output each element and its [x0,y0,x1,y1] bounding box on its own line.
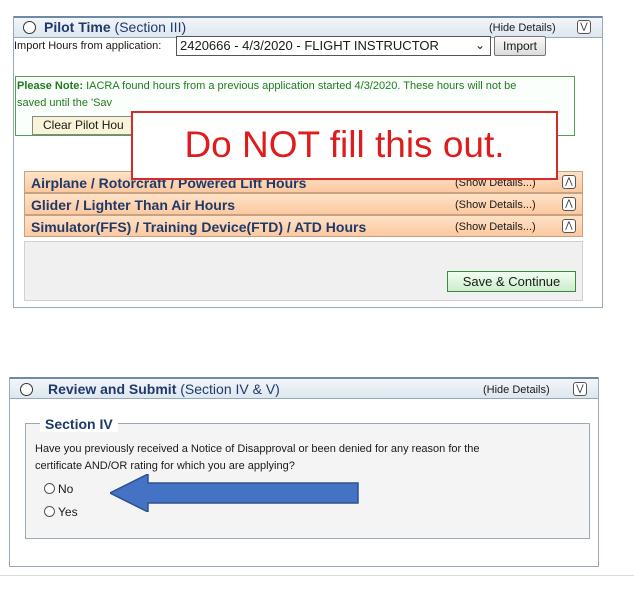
chevron-down-icon: ⌄ [474,38,485,52]
section-radio-icon[interactable] [23,21,36,34]
hours-row-simulator[interactable]: Simulator(FFS) / Training Device(FTD) / … [24,215,583,237]
review-submit-header[interactable]: Review and Submit (Section IV & V) (Hide… [10,377,598,399]
page-divider [0,575,634,576]
hours-row-glider[interactable]: Glider / Lighter Than Air Hours (Show De… [24,193,583,215]
collapse-icon[interactable]: ⋁ [577,20,591,34]
review-submit-title: Review and Submit (Section IV & V) [48,381,280,397]
section-iv-legend: Section IV [40,416,118,432]
question-text-line2: certificate AND/OR rating for which you … [35,460,295,472]
expand-icon[interactable]: ⋀ [562,197,576,211]
warning-callout: Do NOT fill this out. [131,111,558,180]
arrow-left-icon [110,474,359,512]
note-text-line2: saved until the 'Sav [17,97,113,109]
show-details-link[interactable]: (Show Details...) [455,221,536,233]
radio-no-label: No [58,482,74,496]
import-hours-label: Import Hours from application: [14,40,162,52]
show-details-link[interactable]: (Show Details...) [455,199,536,211]
note-text-line1: Please Note: IACRA found hours from a pr… [17,80,517,92]
import-button[interactable]: Import [494,36,546,56]
hide-details-link[interactable]: (Hide Details) [489,22,556,34]
expand-icon[interactable]: ⋀ [562,175,576,189]
radio-yes-label: Yes [58,505,78,519]
collapse-icon[interactable]: ⋁ [573,382,587,396]
radio-yes[interactable] [44,506,55,517]
import-application-select[interactable]: 2420666 - 4/3/2020 - FLIGHT INSTRUCTOR ⌄ [176,36,491,56]
pilot-time-title: Pilot Time (Section III) [44,19,187,35]
note-bold-label: Please Note: [17,80,84,92]
section-radio-icon[interactable] [20,383,33,396]
radio-no[interactable] [44,483,55,494]
save-continue-button[interactable]: Save & Continue [447,271,576,292]
hide-details-link[interactable]: (Hide Details) [483,384,550,396]
question-text-line1: Have you previously received a Notice of… [35,443,480,455]
expand-icon[interactable]: ⋀ [562,219,576,233]
pilot-time-header[interactable]: Pilot Time (Section III) (Hide Details) … [14,16,602,38]
